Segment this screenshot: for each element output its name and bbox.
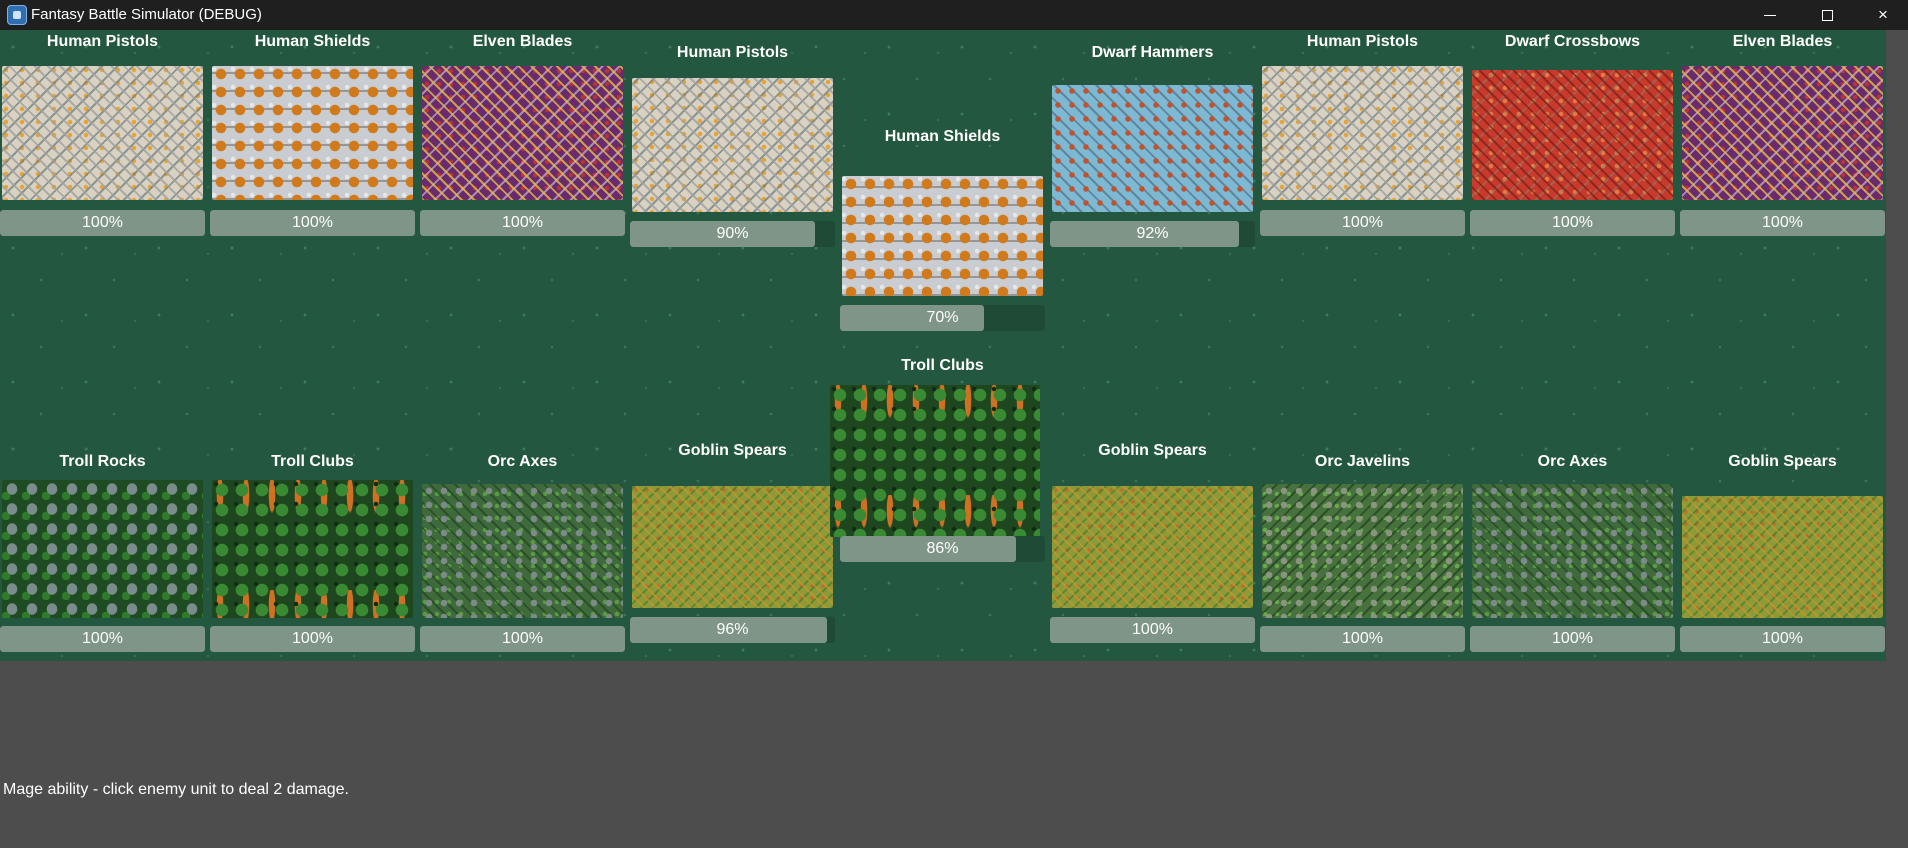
health-bar: 100% (1680, 626, 1885, 652)
health-percent: 100% (1762, 630, 1803, 647)
health-bar: 100% (210, 210, 415, 236)
troop-formation[interactable] (212, 66, 413, 200)
health-percent: 100% (1342, 214, 1383, 231)
troop-formation[interactable] (212, 480, 413, 618)
title-bar: Fantasy Battle Simulator (DEBUG) × (0, 0, 1908, 30)
maximize-icon (1821, 9, 1833, 21)
minimize-icon (1764, 14, 1776, 16)
unit-name: Human Pistols (46, 33, 159, 50)
health-percent: 100% (292, 630, 333, 647)
health-percent: 86% (926, 540, 959, 557)
health-bar: 100% (1470, 626, 1675, 652)
unit-name: Goblin Spears (1098, 442, 1207, 459)
health-bar: 100% (1260, 210, 1465, 236)
health-percent: 100% (1132, 621, 1173, 638)
unit-name: Human Shields (254, 33, 371, 50)
unit-name: Human Shields (884, 128, 1001, 145)
health-bar: 100% (1470, 210, 1675, 236)
unit-name: Human Pistols (676, 44, 789, 61)
health-bar: 100% (420, 210, 625, 236)
health-percent: 100% (82, 214, 123, 231)
status-message: Mage ability - click enemy unit to deal … (3, 781, 349, 798)
close-button[interactable]: × (1855, 0, 1908, 30)
health-bar: 100% (420, 626, 625, 652)
health-bar: 90% (630, 221, 835, 247)
troop-formation[interactable] (1472, 70, 1673, 200)
unit-name: Human Pistols (1306, 33, 1419, 50)
minimize-button[interactable] (1742, 0, 1798, 30)
troop-formation[interactable] (1472, 484, 1673, 618)
health-bar: 100% (1680, 210, 1885, 236)
health-percent: 100% (502, 630, 543, 647)
unit-name: Dwarf Crossbows (1504, 33, 1641, 50)
health-percent: 100% (82, 630, 123, 647)
health-bar: 100% (1260, 626, 1465, 652)
troop-formation[interactable] (1682, 66, 1883, 200)
health-bar: 70% (840, 305, 1045, 331)
health-percent: 100% (1552, 214, 1593, 231)
unit-name: Goblin Spears (1728, 453, 1837, 470)
unit-name: Troll Clubs (901, 357, 984, 374)
health-percent: 100% (1342, 630, 1383, 647)
troop-formation[interactable] (842, 176, 1043, 296)
health-percent: 100% (1762, 214, 1803, 231)
health-bar: 100% (210, 626, 415, 652)
app-icon (7, 5, 27, 25)
troop-formation[interactable] (632, 78, 833, 212)
unit-name: Troll Clubs (271, 453, 354, 470)
health-bar: 100% (1050, 617, 1255, 643)
health-percent: 100% (292, 214, 333, 231)
unit-name: Elven Blades (1732, 33, 1833, 50)
battlefield: Human Pistols 100% Human Shields 100% El… (0, 30, 1886, 661)
unit-name: Elven Blades (472, 33, 573, 50)
troop-formation[interactable] (2, 66, 203, 200)
unit-name: Orc Axes (1537, 453, 1608, 470)
troop-formation[interactable] (1262, 66, 1463, 200)
health-percent: 100% (1552, 630, 1593, 647)
health-bar: 96% (630, 617, 835, 643)
troop-formation[interactable] (1052, 85, 1253, 212)
troop-formation[interactable] (422, 66, 623, 200)
unit-name: Troll Rocks (59, 453, 146, 470)
troop-formation[interactable] (1262, 484, 1463, 618)
health-bar: 86% (840, 536, 1045, 562)
maximize-button[interactable] (1799, 0, 1855, 30)
health-percent: 96% (716, 621, 749, 638)
troop-formation[interactable] (1682, 496, 1883, 618)
troop-formation[interactable] (830, 385, 1040, 537)
health-percent: 90% (716, 225, 749, 242)
health-bar: 100% (0, 210, 205, 236)
health-bar: 100% (0, 626, 205, 652)
health-percent: 70% (926, 309, 959, 326)
health-percent: 92% (1136, 225, 1169, 242)
health-percent: 100% (502, 214, 543, 231)
unit-name: Orc Axes (487, 453, 558, 470)
unit-name: Goblin Spears (678, 442, 787, 459)
unit-name: Dwarf Hammers (1091, 44, 1214, 61)
unit-name: Orc Javelins (1314, 453, 1411, 470)
close-icon: × (1878, 5, 1888, 24)
window-title: Fantasy Battle Simulator (DEBUG) (31, 6, 262, 23)
troop-formation[interactable] (1052, 486, 1253, 608)
troop-formation[interactable] (422, 484, 623, 618)
health-bar: 92% (1050, 221, 1255, 247)
troop-formation[interactable] (2, 480, 203, 618)
troop-formation[interactable] (632, 486, 833, 608)
